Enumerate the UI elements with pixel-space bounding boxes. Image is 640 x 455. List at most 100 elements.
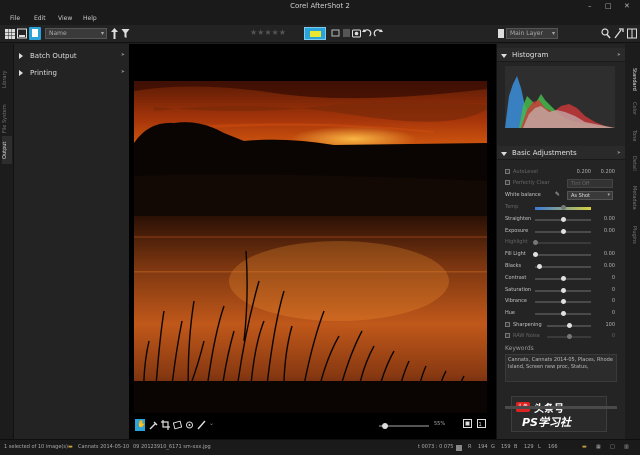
panel-scrollbar[interactable] (505, 406, 617, 409)
slider-track[interactable] (535, 264, 591, 269)
slider-knob[interactable] (560, 275, 566, 281)
tab-file-system[interactable]: File System (2, 99, 12, 139)
crop-icon[interactable] (161, 420, 170, 430)
slider-value[interactable]: 0 (612, 298, 615, 304)
tab-plugins[interactable]: Plugins (628, 226, 637, 256)
rotate-left-icon[interactable] (362, 27, 372, 40)
tab-color[interactable]: Color (628, 102, 637, 126)
basic-adjustments-header[interactable]: Basic Adjustments ➤ (497, 146, 626, 160)
pin-icon[interactable]: ➤ (121, 69, 125, 75)
main-photo[interactable] (134, 81, 487, 413)
slider-value[interactable]: 0 (612, 287, 615, 293)
slider-value[interactable]: 0 (612, 275, 615, 281)
pin-icon[interactable]: ➤ (121, 52, 125, 58)
menu-help[interactable]: Help (83, 15, 97, 22)
star-icon[interactable]: ★ (279, 28, 286, 37)
perfectly-clear-dropdown[interactable]: Tint Off (567, 179, 613, 188)
slider-knob[interactable] (536, 264, 542, 269)
raw-noise-slider[interactable] (547, 334, 591, 339)
rating-stars[interactable]: ★★★★★ (250, 28, 302, 41)
single-view-icon[interactable]: □ (610, 444, 615, 450)
slider-knob[interactable] (560, 299, 566, 305)
eyedropper-icon[interactable]: ✎ (555, 191, 560, 198)
maximize-button[interactable]: □ (605, 2, 612, 10)
slider-knob[interactable] (560, 228, 566, 234)
star-icon[interactable]: ★ (272, 28, 279, 37)
minimize-button[interactable]: – (588, 2, 592, 10)
raw-noise-checkbox[interactable] (505, 333, 510, 338)
slider-track[interactable] (535, 228, 591, 234)
raw-noise-value[interactable]: 0 (612, 333, 615, 339)
eyedropper-icon[interactable] (149, 420, 158, 430)
search-icon[interactable] (601, 27, 611, 40)
collapse-arrow-icon[interactable] (501, 152, 507, 156)
sharpening-knob[interactable] (567, 323, 572, 328)
slider-track[interactable] (535, 216, 591, 222)
tab-output[interactable]: Output (2, 136, 12, 164)
pin-icon[interactable]: ➤ (617, 150, 621, 156)
panels-icon[interactable] (627, 27, 637, 40)
slider-track[interactable] (535, 299, 591, 305)
white-balance-dropdown[interactable]: As Shot ▾ (567, 191, 613, 200)
flag-icon[interactable] (342, 27, 351, 40)
slider-track[interactable] (532, 252, 591, 258)
grid-view-icon[interactable] (5, 27, 15, 40)
slider-knob[interactable] (560, 287, 566, 293)
slider-knob[interactable] (532, 240, 538, 246)
menu-edit[interactable]: Edit (34, 15, 46, 22)
zoom-slider-knob[interactable] (382, 423, 388, 429)
tab-standard[interactable]: Standard (628, 68, 637, 98)
straighten-icon[interactable] (173, 420, 182, 430)
autolevel-value-2[interactable]: 0.200 (601, 169, 615, 175)
panels-icon[interactable]: ▥ (624, 444, 629, 450)
menu-view[interactable]: View (58, 15, 72, 22)
single-view-icon[interactable] (17, 27, 27, 40)
layer-dropdown[interactable]: Main Layer ▾ (506, 28, 558, 39)
sort-dropdown[interactable]: Name ▾ (45, 28, 107, 39)
fit-view-icon[interactable] (463, 419, 472, 429)
slider-value[interactable]: 0.00 (604, 228, 615, 234)
slider-track[interactable] (532, 240, 591, 246)
sharpening-checkbox[interactable] (505, 322, 510, 327)
printing-section[interactable]: Printing ➤ (14, 66, 129, 80)
slider-value[interactable]: 0.00 (604, 216, 615, 222)
expand-arrow-icon[interactable] (19, 70, 23, 76)
slider-knob[interactable] (532, 252, 538, 258)
collapse-arrow-icon[interactable] (501, 54, 507, 58)
grid-icon[interactable]: ▦ (596, 444, 601, 450)
chevron-down-icon[interactable]: ⌄ (209, 420, 214, 427)
histogram-header[interactable]: Histogram ➤ (497, 48, 626, 62)
autolevel-checkbox[interactable] (505, 169, 510, 174)
keywords-field[interactable]: Cannats, Cannats 2014-05, Places, Rhode … (505, 354, 617, 382)
tab-tone[interactable]: Tone (628, 130, 637, 152)
slider-value[interactable]: 0.00 (604, 263, 615, 269)
expand-arrow-icon[interactable] (19, 53, 23, 59)
tab-library[interactable]: Library (2, 64, 12, 94)
sort-order-icon[interactable] (110, 27, 119, 40)
tab-metadata[interactable]: Metadata (628, 186, 637, 222)
copy-settings-icon[interactable] (352, 27, 361, 40)
red-eye-icon[interactable] (185, 420, 194, 430)
slider-value[interactable]: 0.00 (604, 251, 615, 257)
tab-detail[interactable]: Detail (628, 156, 637, 180)
rotate-right-icon[interactable] (373, 27, 383, 40)
slider-knob[interactable] (560, 216, 566, 222)
slider-knob[interactable] (560, 205, 566, 210)
slider-knob[interactable] (560, 311, 566, 317)
pin-icon[interactable]: ➤ (617, 52, 621, 58)
slider-track[interactable] (535, 287, 591, 293)
perfectly-clear-checkbox[interactable] (505, 180, 510, 185)
autolevel-value-1[interactable]: 0.200 (577, 169, 591, 175)
sharpening-value[interactable]: 100 (605, 322, 615, 328)
sharpening-slider[interactable] (547, 323, 591, 328)
menu-file[interactable]: File (10, 15, 20, 22)
hand-tool-button[interactable]: ✋ (135, 419, 146, 431)
zoom-slider[interactable] (379, 423, 429, 429)
color-label-button[interactable] (304, 27, 326, 40)
image-viewer[interactable]: ✋ ⌄ 55% 1 (129, 44, 496, 439)
brush-icon[interactable] (197, 420, 206, 430)
filter-icon[interactable] (121, 27, 130, 40)
close-button[interactable]: ✕ (624, 2, 630, 10)
slider-track[interactable] (535, 205, 591, 210)
tools-icon[interactable] (614, 27, 624, 40)
